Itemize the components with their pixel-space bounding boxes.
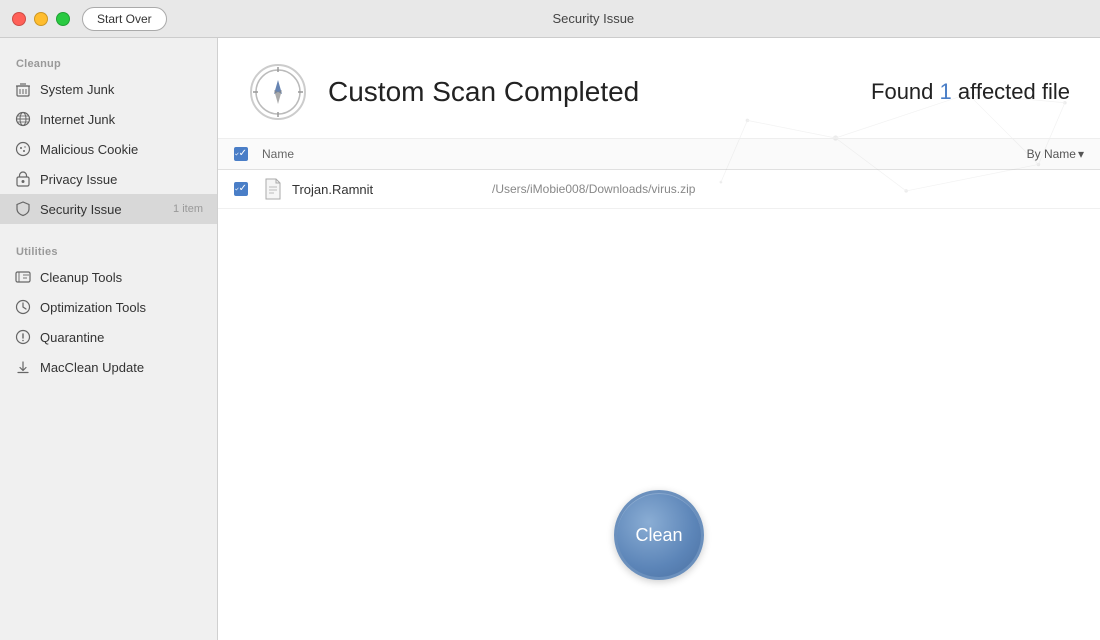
found-count: 1 xyxy=(940,79,952,104)
sidebar-divider xyxy=(0,224,217,240)
found-suffix: affected file xyxy=(952,79,1070,104)
row-checkbox-area xyxy=(234,182,262,196)
sidebar-item-label: MacClean Update xyxy=(40,360,203,375)
scan-header: Custom Scan Completed Found 1 affected f… xyxy=(218,38,1100,139)
row-checkbox[interactable] xyxy=(234,182,248,196)
security-issue-badge: 1 item xyxy=(173,203,203,215)
sidebar-item-quarantine[interactable]: Quarantine xyxy=(0,322,217,352)
sidebar-item-label: Optimization Tools xyxy=(40,300,203,315)
tools-icon xyxy=(14,268,32,286)
sidebar-item-internet-junk[interactable]: Internet Junk xyxy=(0,104,217,134)
main-content: Custom Scan Completed Found 1 affected f… xyxy=(218,38,1100,640)
scan-title-area: Custom Scan Completed xyxy=(248,62,639,122)
file-name: Trojan.Ramnit xyxy=(292,182,472,197)
window-controls xyxy=(12,12,70,26)
privacy-icon xyxy=(14,170,32,188)
table-row: Trojan.Ramnit /Users/iMobie008/Downloads… xyxy=(218,170,1100,209)
table-header-check xyxy=(234,147,262,161)
found-text: Found 1 affected file xyxy=(871,79,1070,105)
sidebar-item-optimization-tools[interactable]: Optimization Tools xyxy=(0,292,217,322)
utilities-section-label: Utilities xyxy=(0,240,217,262)
compass-icon xyxy=(248,62,308,122)
security-icon xyxy=(14,200,32,218)
globe-icon xyxy=(14,110,32,128)
trash-icon xyxy=(14,80,32,98)
chevron-down-icon: ▾ xyxy=(1078,147,1084,161)
sidebar: Cleanup System Junk xyxy=(0,38,218,640)
sidebar-item-label: Security Issue xyxy=(40,202,173,217)
opt-icon xyxy=(14,298,32,316)
sidebar-item-label: System Junk xyxy=(40,82,203,97)
table-col-name: Name xyxy=(262,147,1027,161)
sidebar-item-macclean-update[interactable]: MacClean Update xyxy=(0,352,217,382)
found-prefix: Found xyxy=(871,79,940,104)
clean-button-area: Clean xyxy=(614,490,704,580)
table-sort-button[interactable]: By Name ▾ xyxy=(1027,147,1084,161)
update-icon xyxy=(14,358,32,376)
sidebar-item-label: Privacy Issue xyxy=(40,172,203,187)
app-container: Cleanup System Junk xyxy=(0,0,1100,640)
minimize-button[interactable] xyxy=(34,12,48,26)
cleanup-section-label: Cleanup xyxy=(0,52,217,74)
clean-button[interactable]: Clean xyxy=(614,490,704,580)
sidebar-item-label: Quarantine xyxy=(40,330,203,345)
quarantine-icon xyxy=(14,328,32,346)
sidebar-item-malicious-cookie[interactable]: Malicious Cookie xyxy=(0,134,217,164)
sidebar-item-label: Malicious Cookie xyxy=(40,142,203,157)
titlebar: Start Over Security Issue xyxy=(0,0,1100,38)
sidebar-item-privacy-issue[interactable]: Privacy Issue xyxy=(0,164,217,194)
sidebar-item-security-issue[interactable]: Security Issue 1 item xyxy=(0,194,217,224)
cookie-icon xyxy=(14,140,32,158)
scan-title: Custom Scan Completed xyxy=(328,76,639,108)
file-path: /Users/iMobie008/Downloads/virus.zip xyxy=(492,182,695,196)
titlebar-title: Security Issue xyxy=(167,11,1020,26)
sidebar-item-cleanup-tools[interactable]: Cleanup Tools xyxy=(0,262,217,292)
table-header: Name By Name ▾ xyxy=(218,139,1100,170)
start-over-button[interactable]: Start Over xyxy=(82,7,167,31)
maximize-button[interactable] xyxy=(56,12,70,26)
file-doc-icon xyxy=(262,178,284,200)
sidebar-item-label: Cleanup Tools xyxy=(40,270,203,285)
sidebar-item-label: Internet Junk xyxy=(40,112,203,127)
select-all-checkbox[interactable] xyxy=(234,147,248,161)
sidebar-item-system-junk[interactable]: System Junk xyxy=(0,74,217,104)
close-button[interactable] xyxy=(12,12,26,26)
